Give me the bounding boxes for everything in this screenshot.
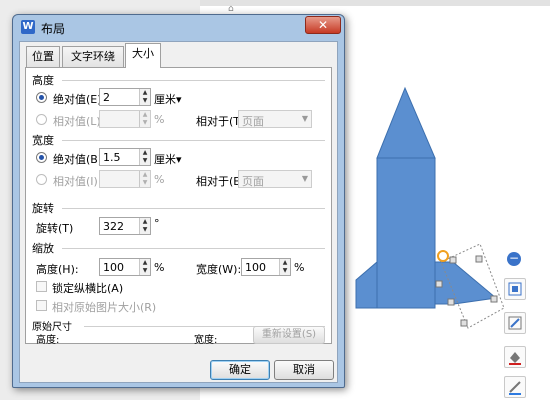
dropdown-arrow-icon: ▼ — [301, 174, 308, 183]
scale-width-label: 宽度(W): — [196, 263, 242, 276]
rocket-right-fin[interactable] — [434, 261, 498, 305]
height-group-label: 高度 — [32, 74, 54, 87]
spin-up-icon[interactable]: ▲ — [140, 149, 150, 157]
cancel-button[interactable]: 取消 — [274, 360, 334, 380]
close-button[interactable]: ✕ — [305, 16, 341, 34]
scale-height-input[interactable]: 100 ▲ ▼ — [99, 258, 151, 276]
spin-down-icon[interactable]: ▼ — [280, 267, 290, 275]
spin-down-icon[interactable]: ▼ — [140, 119, 150, 127]
percent-label: % — [154, 113, 165, 126]
rotate-group-label: 旋转 — [32, 202, 54, 215]
spin-down-icon[interactable]: ▼ — [140, 267, 150, 275]
scale-width-value: 100 — [245, 261, 266, 274]
tab-text-wrapping[interactable]: 文字环绕 — [62, 46, 124, 67]
resize-handle[interactable] — [460, 319, 468, 327]
percent-label: % — [154, 173, 165, 186]
dropdown-arrow-icon: ▼ — [301, 114, 308, 123]
original-width-label: 宽度: — [194, 335, 218, 346]
scale-width-input[interactable]: 100 ▲ ▼ — [241, 258, 291, 276]
spin-up-icon[interactable]: ▲ — [140, 89, 150, 97]
spin-down-icon[interactable]: ▼ — [140, 97, 150, 105]
divider — [62, 140, 325, 141]
spin-down-icon[interactable]: ▼ — [140, 157, 150, 165]
dialog-titlebar[interactable]: W 布局 ✕ — [13, 15, 344, 39]
shape-fill-icon[interactable] — [504, 346, 526, 368]
relative-original-checkbox[interactable] — [36, 300, 47, 311]
spin-up-icon[interactable]: ▲ — [140, 171, 150, 179]
close-icon: ✕ — [317, 18, 329, 32]
percent-label: % — [154, 261, 165, 274]
layout-options-icon[interactable] — [504, 278, 526, 300]
lock-aspect-label: 锁定纵横比(A) — [52, 282, 124, 295]
percent-label: % — [294, 261, 305, 274]
dialog-body: 位置 文字环绕 大小 高度 绝对值(E) 2 ▲ ▼ 厘米▾ 相对值(L) ▲ ▼ … — [19, 41, 338, 383]
height-relative-input[interactable]: ▲ ▼ — [99, 110, 151, 128]
rocket-nose-cone[interactable] — [376, 86, 436, 159]
width-relative-label: 相对值(I) — [53, 175, 98, 188]
scale-height-value: 100 — [103, 261, 124, 274]
divider — [62, 208, 325, 209]
rocket-body[interactable] — [376, 157, 436, 309]
spin-up-icon[interactable]: ▲ — [280, 259, 290, 267]
height-relative-to-value: 页面 — [242, 115, 264, 128]
height-relative-radio[interactable] — [36, 114, 47, 125]
height-absolute-label: 绝对值(E) — [53, 93, 102, 106]
scale-group-label: 缩放 — [32, 242, 54, 255]
shape-style-icon[interactable] — [504, 312, 526, 334]
spin-down-icon[interactable]: ▼ — [140, 226, 150, 234]
reset-button[interactable]: 重新设置(S) — [253, 326, 325, 344]
height-absolute-value: 2 — [103, 91, 110, 104]
tab-position[interactable]: 位置 — [26, 46, 60, 67]
rotation-handle[interactable] — [437, 250, 449, 262]
dialog-title: 布局 — [41, 22, 66, 36]
scale-height-label: 高度(H): — [36, 263, 79, 276]
divider — [62, 80, 325, 81]
tab-size[interactable]: 大小 — [125, 43, 161, 68]
rotate-input[interactable]: 322 ▲ ▼ — [99, 217, 151, 235]
width-absolute-label: 绝对值(B) — [53, 153, 103, 166]
rotate-value: 322 — [103, 220, 124, 233]
width-relative-to-select[interactable]: 页面 ▼ — [238, 170, 312, 188]
rocket-left-fin[interactable] — [355, 260, 378, 309]
resize-handle[interactable] — [449, 256, 457, 264]
width-absolute-value: 1.5 — [103, 151, 121, 164]
width-absolute-input[interactable]: 1.5 ▲ ▼ — [99, 148, 151, 166]
height-absolute-input[interactable]: 2 ▲ ▼ — [99, 88, 151, 106]
width-unit-dropdown[interactable]: 厘米▾ — [154, 151, 182, 167]
resize-handle[interactable] — [475, 255, 483, 263]
spin-up-icon[interactable]: ▲ — [140, 111, 150, 119]
resize-handle[interactable] — [435, 280, 443, 288]
divider — [62, 248, 325, 249]
floating-shape-toolbar: − — [500, 252, 528, 400]
relative-original-label: 相对原始图片大小(R) — [52, 301, 157, 314]
ok-button[interactable]: 确定 — [210, 360, 270, 380]
height-relative-label: 相对值(L) — [53, 115, 101, 128]
width-relative-to-value: 页面 — [242, 175, 264, 188]
layout-dialog: W 布局 ✕ 位置 文字环绕 大小 高度 绝对值(E) 2 ▲ ▼ 厘米▾ 相对值… — [12, 14, 345, 388]
size-tab-page: 高度 绝对值(E) 2 ▲ ▼ 厘米▾ 相对值(L) ▲ ▼ % 相对于(T) 页面… — [25, 67, 332, 346]
height-absolute-radio[interactable] — [36, 92, 47, 103]
spin-up-icon[interactable]: ▲ — [140, 259, 150, 267]
width-relative-radio[interactable] — [36, 174, 47, 185]
width-absolute-radio[interactable] — [36, 152, 47, 163]
lock-aspect-checkbox[interactable] — [36, 281, 47, 292]
spin-up-icon[interactable]: ▲ — [140, 218, 150, 226]
width-relative-input[interactable]: ▲ ▼ — [99, 170, 151, 188]
spin-down-icon[interactable]: ▼ — [140, 179, 150, 187]
collapse-icon[interactable]: − — [507, 252, 521, 266]
resize-handle[interactable] — [490, 295, 498, 303]
app-logo-icon: W — [21, 20, 35, 34]
height-unit-dropdown[interactable]: 厘米▾ — [154, 91, 182, 107]
height-relative-to-select[interactable]: 页面 ▼ — [238, 110, 312, 128]
resize-handle[interactable] — [447, 298, 455, 306]
rotate-field-label: 旋转(T) — [36, 222, 74, 235]
shape-outline-icon[interactable] — [504, 376, 526, 398]
degree-label: ° — [154, 217, 160, 230]
width-group-label: 宽度 — [32, 134, 54, 147]
original-height-label: 高度: — [36, 335, 60, 346]
